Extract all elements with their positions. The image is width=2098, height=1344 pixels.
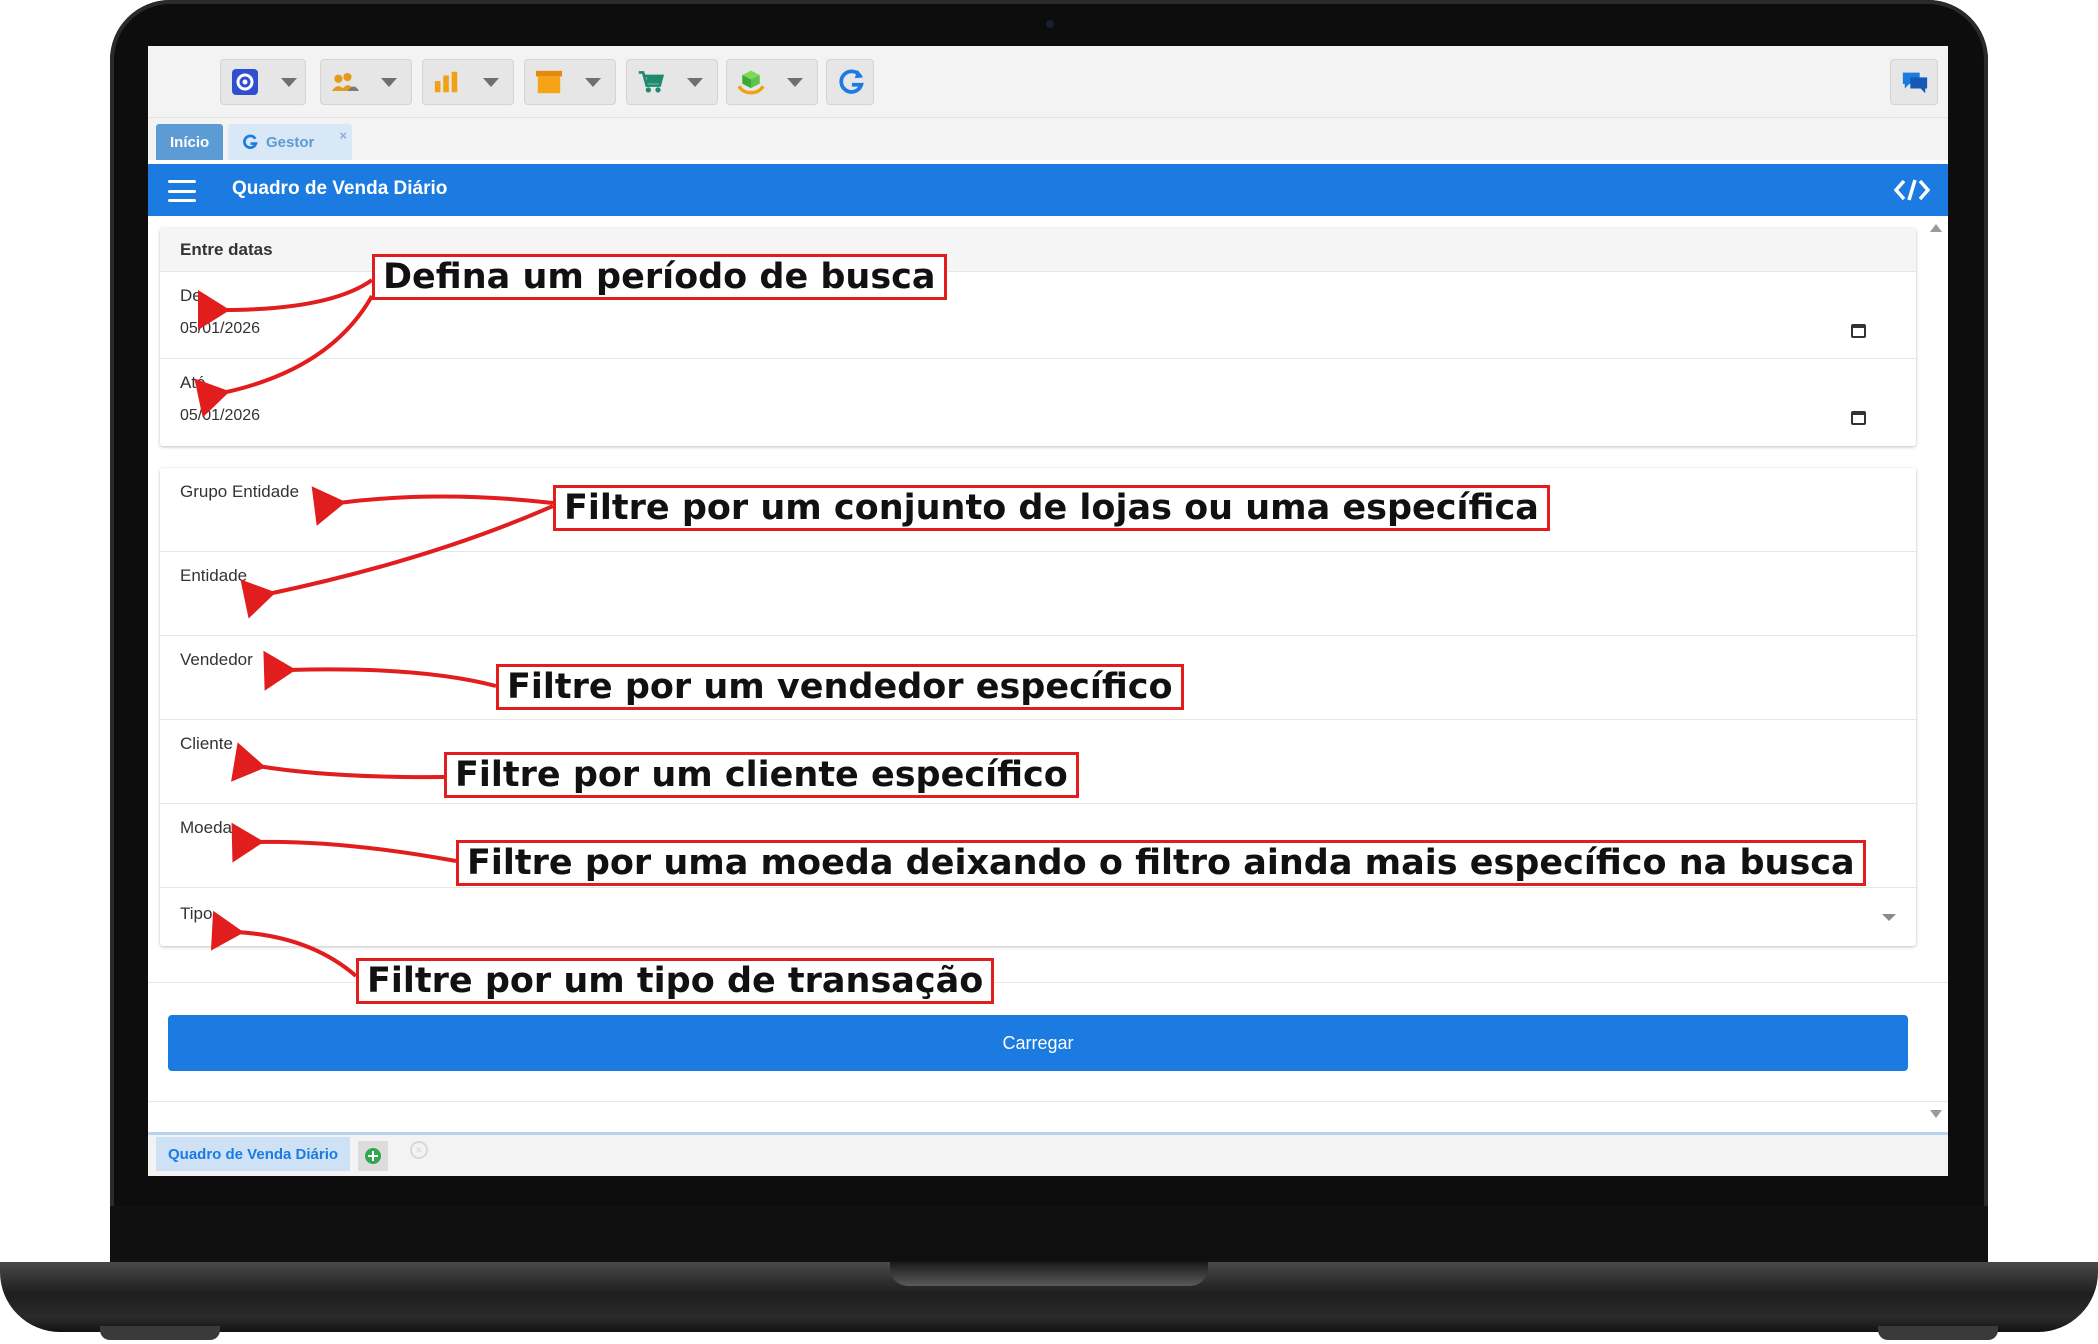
laptop-mockup: Início Gestor × Quadro de Venda Diário E… xyxy=(0,0,2098,1344)
arrow-to-vendedor xyxy=(263,650,497,691)
arrow-to-entidade xyxy=(240,504,554,619)
arrow-to-moeda xyxy=(231,822,457,863)
arrow-to-tipo xyxy=(210,910,358,978)
annotation-tipo: Filtre por um tipo de transação xyxy=(356,958,995,1004)
annotation-cliente: Filtre por um cliente específico xyxy=(444,752,1079,798)
arrow-to-de xyxy=(197,278,374,331)
annotation-moeda: Filtre por uma moeda deixando o filtro a… xyxy=(456,840,1866,886)
annotation-lojas: Filtre por um conjunto de lojas ou uma e… xyxy=(553,485,1550,531)
annotation-periodo: Defina um período de busca xyxy=(372,254,947,300)
annotation-vendedor: Filtre por um vendedor específico xyxy=(496,664,1184,710)
arrow-to-cliente xyxy=(231,742,445,782)
arrow-to-grupo-entidade xyxy=(311,486,554,526)
